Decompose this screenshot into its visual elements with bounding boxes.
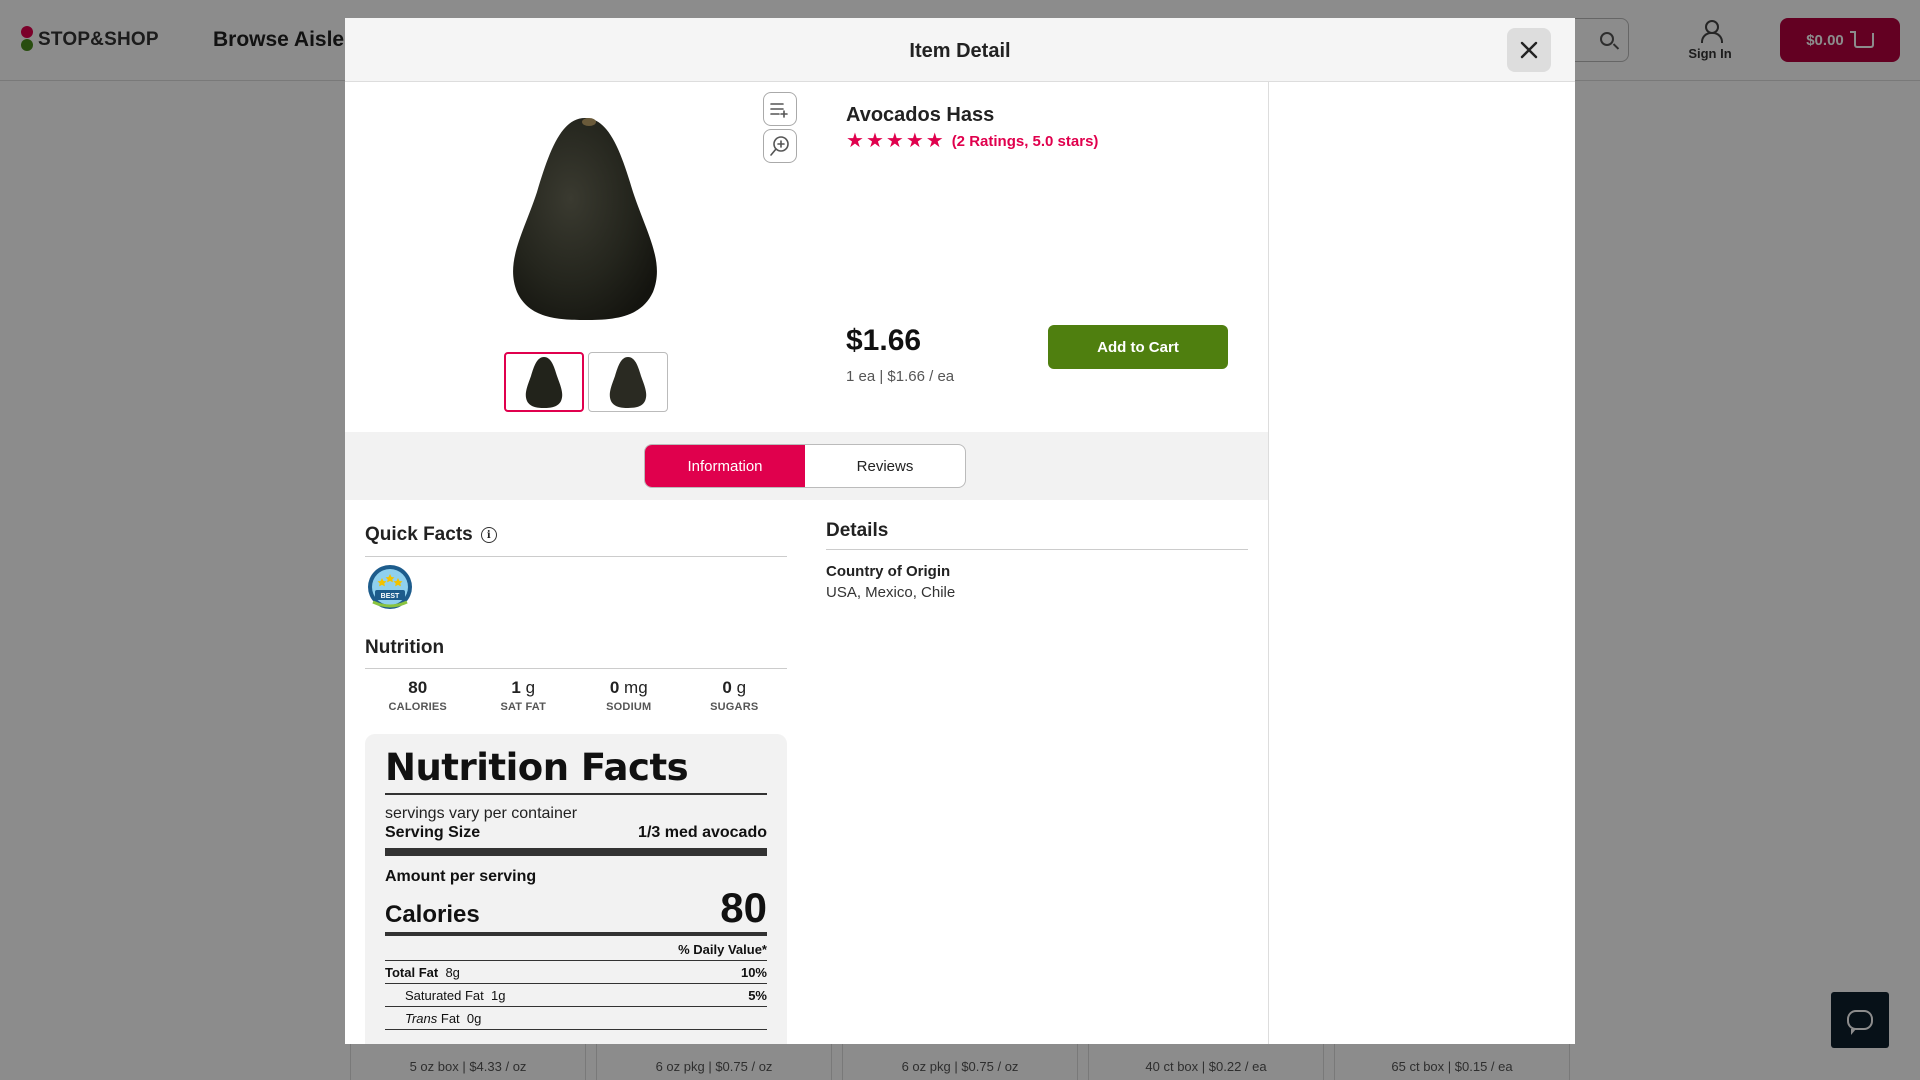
- information-panel: Quick Facts i BEST Nutrition 80 CALORIES…: [345, 500, 1268, 1044]
- info-icon[interactable]: i: [480, 527, 497, 543]
- nutrient-row: Total Fat 8g 10%: [385, 961, 767, 984]
- daily-value-header: % Daily Value*: [385, 936, 767, 961]
- product-panel: Avocados Hass ★ ★ ★ ★ ★ (2 Ratings, 5.0 …: [345, 82, 1269, 1044]
- tab-information[interactable]: Information: [645, 445, 805, 487]
- nutrient-row: Saturated Fat 1g 5%: [385, 984, 767, 1007]
- nutrient-name: Trans: [405, 1011, 438, 1026]
- nutrition-summary: 80 CALORIES 1 g SAT FAT 0 mg SODIUM 0 g …: [365, 678, 787, 722]
- nutrition-summary-item: 80 CALORIES: [365, 678, 471, 722]
- item-detail-modal: Item Detail Avocados Hass ★ ★ ★ ★ ★ (2 R…: [345, 18, 1575, 1044]
- amount-per-serving: Amount per serving: [385, 868, 537, 885]
- nutrient-name: Saturated Fat: [405, 988, 484, 1003]
- nutrient-name-suffix: Fat: [440, 1011, 460, 1026]
- tab-reviews[interactable]: Reviews: [805, 445, 965, 487]
- summary-value: 0: [609, 678, 620, 697]
- tabs-bar: Information Reviews: [345, 432, 1268, 500]
- close-button[interactable]: [1507, 28, 1551, 72]
- quick-facts-title: Quick Facts: [365, 524, 473, 545]
- details-heading: Details: [826, 520, 889, 541]
- calories-label: Calories: [385, 901, 480, 928]
- nutrient-amount: 1g: [491, 988, 506, 1003]
- product-price: $1.66: [846, 324, 922, 357]
- quick-facts-heading: Quick Facts i: [365, 524, 497, 546]
- country-of-origin-value: USA, Mexico, Chile: [826, 584, 956, 601]
- star-icon: ★: [905, 130, 924, 152]
- product-image[interactable]: [505, 112, 665, 320]
- thumbnail-image: [609, 357, 647, 408]
- summary-unit: mg: [624, 678, 648, 697]
- product-name: Avocados Hass: [846, 104, 995, 126]
- thumbnail-1[interactable]: [504, 352, 584, 412]
- star-icon: ★: [846, 130, 864, 152]
- summary-unit: g: [525, 678, 536, 697]
- badge-text: BEST: [381, 593, 400, 600]
- summary-value: 0: [722, 678, 732, 697]
- detail-tabs: Information Reviews: [644, 444, 966, 488]
- serving-size-row: Serving Size 1/3 med avocado: [385, 824, 767, 856]
- serving-size-label: Serving Size: [385, 824, 481, 841]
- nutrition-summary-item: 0 g SUGARS: [682, 678, 788, 722]
- nutrient-amount: 8g: [445, 965, 460, 980]
- nutrient-amount: 0g: [466, 1011, 482, 1026]
- thumbnail-image: [525, 357, 563, 408]
- modal-title: Item Detail: [909, 40, 1011, 62]
- divider: [365, 556, 787, 557]
- summary-label: SODIUM: [606, 701, 652, 713]
- zoom-button[interactable]: [763, 129, 797, 163]
- add-to-list-icon: [770, 103, 788, 118]
- modal-header: Item Detail: [345, 18, 1575, 82]
- summary-value: 1: [511, 678, 521, 697]
- calories-value: 80: [720, 884, 767, 931]
- star-icon: ★: [865, 130, 884, 152]
- nutrient-name: Total Fat: [385, 965, 439, 980]
- nutrient-dv: 5%: [748, 988, 767, 1003]
- servings-per-container: servings vary per container: [385, 805, 578, 822]
- rating-text[interactable]: (2 Ratings, 5.0 stars): [952, 133, 1099, 150]
- calories-row: Calories 80: [385, 886, 767, 936]
- nutrient-row: Trans Fat 0g: [385, 1007, 767, 1030]
- nutrition-summary-item: 0 mg SODIUM: [576, 678, 682, 722]
- unit-price: 1 ea | $1.66 / ea: [846, 368, 955, 385]
- summary-unit: g: [736, 678, 747, 697]
- divider: [826, 549, 1248, 550]
- divider: [365, 668, 787, 669]
- modal-body: Avocados Hass ★ ★ ★ ★ ★ (2 Ratings, 5.0 …: [345, 82, 1575, 1044]
- star-icon: ★: [925, 130, 944, 152]
- add-to-cart-button[interactable]: Add to Cart: [1048, 325, 1228, 369]
- zoom-in-icon: [770, 136, 789, 156]
- add-to-list-button[interactable]: [763, 92, 797, 126]
- close-icon: [1520, 41, 1538, 59]
- summary-label: CALORIES: [388, 701, 447, 713]
- summary-value: 80: [408, 678, 428, 697]
- nutrient-dv: 10%: [740, 965, 767, 980]
- star-icon: ★: [885, 130, 904, 152]
- country-of-origin-label: Country of Origin: [826, 563, 951, 580]
- thumbnail-2[interactable]: [588, 352, 668, 412]
- nutrition-facts-label: Nutrition Facts servings vary per contai…: [365, 734, 787, 1044]
- nutrition-heading: Nutrition: [365, 637, 445, 658]
- summary-label: SUGARS: [710, 701, 759, 713]
- nutrition-facts-title: Nutrition Facts: [385, 746, 767, 795]
- nutrition-summary-item: 1 g SAT FAT: [471, 678, 577, 722]
- serving-size-value: 1/3 med avocado: [638, 824, 767, 841]
- best-badge-icon[interactable]: BEST: [367, 564, 413, 610]
- summary-label: SAT FAT: [500, 701, 547, 713]
- product-summary: Avocados Hass ★ ★ ★ ★ ★ (2 Ratings, 5.0 …: [345, 82, 1268, 432]
- product-rating[interactable]: ★ ★ ★ ★ ★ (2 Ratings, 5.0 stars): [846, 130, 1099, 152]
